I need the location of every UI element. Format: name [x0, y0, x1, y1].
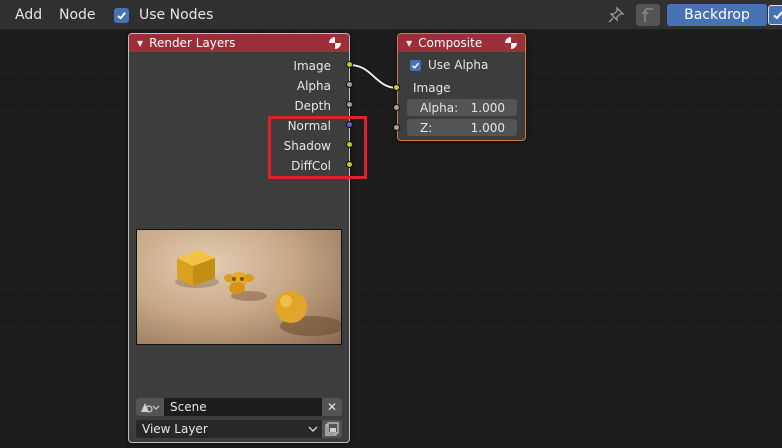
scene-type-dropdown[interactable]: [136, 398, 164, 416]
render-preview-image: [136, 229, 342, 345]
render-layers-title: Render Layers: [149, 36, 236, 50]
render-layers-header[interactable]: ▼ Render Layers: [129, 34, 349, 52]
chevron-down-icon: [308, 426, 318, 432]
scene-selector[interactable]: Scene ✕: [136, 398, 342, 416]
use-alpha-label: Use Alpha: [428, 58, 489, 72]
socket-image-output[interactable]: [346, 61, 353, 68]
highlight-annotation-box: [268, 116, 367, 179]
parent-node-icon: [641, 8, 653, 22]
scene-field[interactable]: Scene: [164, 398, 322, 416]
socket-depth-output[interactable]: [346, 101, 353, 108]
node-menu[interactable]: Node: [59, 7, 96, 23]
backdrop-button[interactable]: Backdrop: [667, 4, 767, 26]
z-field[interactable]: Z: 1.000: [407, 119, 517, 136]
z-field-value: 1.000: [470, 120, 505, 135]
add-menu[interactable]: Add: [15, 7, 42, 23]
view-layer-selector[interactable]: View Layer: [136, 420, 342, 438]
render-preview-scene: [175, 250, 341, 336]
node-link: [349, 63, 398, 90]
alpha-field[interactable]: Alpha: 1.000: [407, 99, 517, 116]
clear-icon[interactable]: ✕: [322, 398, 342, 416]
socket-alpha-input[interactable]: [393, 104, 400, 111]
checkmark-icon: [412, 62, 420, 69]
checkmark-icon: [117, 11, 126, 20]
use-nodes-checkbox[interactable]: [114, 7, 129, 23]
output-image-label: Image: [293, 59, 331, 73]
render-icon[interactable]: [504, 36, 518, 50]
use-nodes-label: Use Nodes: [139, 7, 214, 23]
collapse-arrow-icon[interactable]: ▼: [406, 39, 412, 48]
alpha-field-value: 1.000: [470, 100, 505, 115]
socket-alpha-output[interactable]: [346, 81, 353, 88]
composite-header[interactable]: ▼ Composite: [398, 34, 525, 52]
render-layer-icon: [325, 422, 339, 436]
view-layer-field[interactable]: View Layer: [136, 420, 322, 438]
scene-icon: [141, 403, 160, 413]
checkmark-icon: [773, 11, 782, 20]
socket-z-input[interactable]: [393, 124, 400, 131]
view-layer-value: View Layer: [142, 422, 208, 436]
backdrop-checkbox[interactable]: [768, 5, 782, 25]
composite-title: Composite: [418, 36, 483, 50]
alpha-field-label: Alpha:: [420, 100, 459, 115]
collapse-arrow-icon[interactable]: ▼: [137, 39, 143, 48]
parent-node-button[interactable]: [636, 4, 660, 26]
output-alpha-label: Alpha: [296, 79, 331, 93]
use-nodes-toggle[interactable]: Use Nodes: [114, 7, 213, 23]
z-field-label: Z:: [420, 120, 433, 135]
output-depth-label: Depth: [294, 99, 331, 113]
pin-icon[interactable]: [607, 6, 625, 24]
use-alpha-toggle[interactable]: Use Alpha: [410, 58, 488, 72]
socket-image-input[interactable]: [393, 84, 400, 91]
render-layer-button[interactable]: [322, 420, 342, 438]
composite-image-input-label: Image: [413, 81, 451, 95]
node-editor-header: Add Node Use Nodes Backdrop: [0, 0, 782, 30]
render-icon[interactable]: [328, 36, 342, 50]
use-alpha-checkbox[interactable]: [410, 59, 421, 71]
